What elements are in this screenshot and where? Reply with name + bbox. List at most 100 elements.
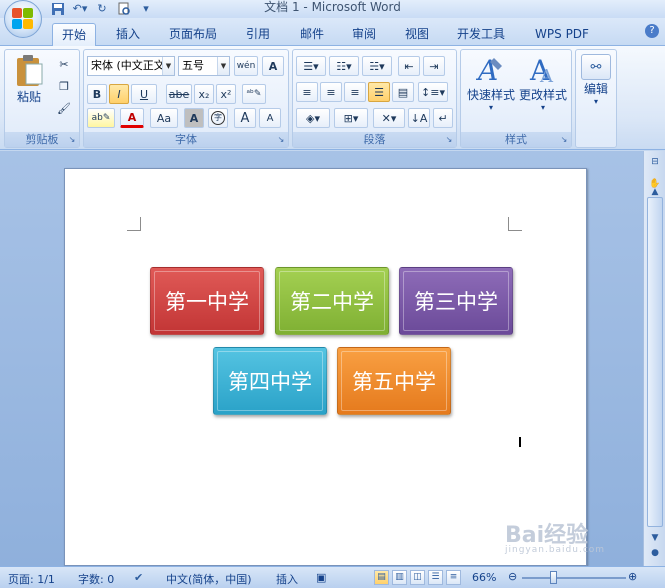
customize-qat-icon[interactable]: ▾ xyxy=(138,1,154,16)
format-painter-icon[interactable]: 🖌 xyxy=(53,98,75,118)
ribbon-tabs: 开始 插入 页面布局 引用 邮件 审阅 视图 开发工具 WPS PDF ? xyxy=(0,18,665,46)
bold-button[interactable]: B xyxy=(87,84,107,104)
smartart-shape-3[interactable]: 第三中学 xyxy=(399,267,513,335)
font-color-button[interactable]: A xyxy=(120,108,144,128)
char-border-button[interactable]: A xyxy=(262,56,284,76)
numbering-button[interactable]: ☷▾ xyxy=(329,56,359,76)
ruler-toggle-icon[interactable]: ⊟ xyxy=(647,155,663,169)
word-count[interactable]: 字数: 0 xyxy=(78,571,114,587)
tab-home[interactable]: 开始 xyxy=(52,23,96,46)
align-right-button[interactable]: ≡ xyxy=(344,82,366,102)
bullets-button[interactable]: ☰▾ xyxy=(296,56,326,76)
decrease-indent-button[interactable]: ⇤ xyxy=(398,56,420,76)
highlight-button[interactable]: ab✎ xyxy=(87,108,115,128)
tab-insert[interactable]: 插入 xyxy=(106,23,150,46)
clear-format-button[interactable]: ᵃᵇ✎ xyxy=(242,84,266,104)
copy-icon[interactable]: ❐ xyxy=(53,76,75,96)
document-page[interactable]: 第一中学 第二中学 第三中学 第四中学 第五中学 xyxy=(64,168,587,566)
chevron-down-icon: ▼ xyxy=(162,57,174,75)
font-name-combo[interactable]: 宋体 (中文正文) ▼ xyxy=(87,56,175,76)
multilevel-list-button[interactable]: ☵▾ xyxy=(362,56,392,76)
increase-indent-button[interactable]: ⇥ xyxy=(423,56,445,76)
scrollbar-thumb[interactable] xyxy=(647,197,663,527)
svg-text:A: A xyxy=(539,66,554,86)
tab-mailings[interactable]: 邮件 xyxy=(290,23,334,46)
font-size-combo[interactable]: 五号 ▼ xyxy=(178,56,230,76)
draft-view-icon[interactable]: ≡ xyxy=(446,570,461,585)
language-indicator[interactable]: 中文(简体，中国) xyxy=(166,571,252,587)
page-count[interactable]: 页面: 1/1 xyxy=(8,571,55,587)
smartart-shape-5[interactable]: 第五中学 xyxy=(337,347,451,415)
quick-styles-button[interactable]: A 快速样式 ▾ xyxy=(465,54,517,112)
select-browse-object-icon[interactable]: ● xyxy=(647,546,663,560)
group-editing: ⚯ 编辑 ▾ xyxy=(575,49,617,148)
grow-font-button[interactable]: A xyxy=(234,108,256,128)
borders-button[interactable]: ⊞▾ xyxy=(334,108,368,128)
clipboard-launcher-icon[interactable]: ↘ xyxy=(67,135,77,145)
proofing-icon[interactable]: ✔ xyxy=(134,571,143,584)
insert-mode[interactable]: 插入 xyxy=(276,571,298,587)
char-shading-button[interactable]: A xyxy=(184,108,204,128)
chinese-layout-button[interactable]: ✕▾ xyxy=(373,108,405,128)
print-layout-view-icon[interactable]: ▤ xyxy=(374,570,389,585)
distributed-button[interactable]: ▤ xyxy=(392,82,414,102)
chevron-down-icon: ▼ xyxy=(217,57,229,75)
tab-view[interactable]: 视图 xyxy=(395,23,439,46)
save-icon[interactable] xyxy=(50,1,66,16)
zoom-out-icon[interactable]: ⊖ xyxy=(508,570,517,583)
print-preview-icon[interactable] xyxy=(116,1,132,16)
justify-button[interactable]: ☰ xyxy=(368,82,390,102)
change-case-button[interactable]: Aa xyxy=(150,108,178,128)
paragraph-launcher-icon[interactable]: ↘ xyxy=(444,135,454,145)
phonetic-guide-button[interactable]: wén xyxy=(234,56,258,76)
superscript-button[interactable]: x² xyxy=(216,84,236,104)
smartart-shape-4[interactable]: 第四中学 xyxy=(213,347,327,415)
zoom-level[interactable]: 66% xyxy=(472,571,496,584)
paste-button[interactable]: 粘贴 xyxy=(11,54,47,105)
line-spacing-button[interactable]: ↕≡▾ xyxy=(418,82,448,102)
subscript-button[interactable]: x₂ xyxy=(194,84,214,104)
zoom-slider-track[interactable] xyxy=(522,577,626,579)
office-button[interactable] xyxy=(4,0,42,38)
help-icon[interactable]: ? xyxy=(645,24,659,38)
zoom-in-icon[interactable]: ⊕ xyxy=(628,570,637,583)
tab-references[interactable]: 引用 xyxy=(236,23,280,46)
show-marks-button[interactable]: ↵ xyxy=(433,108,453,128)
outline-view-icon[interactable]: ☰ xyxy=(428,570,443,585)
align-center-button[interactable]: ≡ xyxy=(320,82,342,102)
styles-launcher-icon[interactable]: ↘ xyxy=(559,135,569,145)
web-layout-icon[interactable]: ◫ xyxy=(410,570,425,585)
full-screen-reading-icon[interactable]: ▥ xyxy=(392,570,407,585)
vertical-scrollbar[interactable]: ⊟ ✋ ▲ ▼ ● xyxy=(643,151,665,566)
shrink-font-button[interactable]: A xyxy=(259,108,281,128)
enclose-char-button[interactable]: 字 xyxy=(208,108,228,128)
paragraph-group-label: 段落 xyxy=(293,132,456,147)
italic-button[interactable]: I xyxy=(109,84,129,104)
quick-styles-label: 快速样式 xyxy=(466,88,515,102)
align-left-button[interactable]: ≡ xyxy=(296,82,318,102)
tab-developer[interactable]: 开发工具 xyxy=(450,23,512,46)
redo-icon[interactable]: ↻ xyxy=(94,1,110,16)
tab-wps-pdf[interactable]: WPS PDF xyxy=(527,23,597,46)
editing-label: 编辑 xyxy=(583,82,608,96)
shading-button[interactable]: ◈▾ xyxy=(296,108,330,128)
cut-icon[interactable]: ✂ xyxy=(53,54,75,74)
tab-page-layout[interactable]: 页面布局 xyxy=(162,23,224,46)
sort-button[interactable]: ↓A xyxy=(408,108,430,128)
macro-record-icon[interactable]: ▣ xyxy=(316,571,326,584)
change-styles-button[interactable]: AA 更改样式 ▾ xyxy=(517,54,569,112)
undo-icon[interactable]: ↶▾ xyxy=(72,1,88,16)
chevron-down-icon: ▾ xyxy=(540,103,545,112)
editing-button[interactable]: ⚯ 编辑 ▾ xyxy=(578,54,614,106)
scroll-down-icon[interactable]: ▼ xyxy=(647,531,663,545)
chevron-down-icon: ▾ xyxy=(488,103,493,112)
underline-button[interactable]: U xyxy=(131,84,157,104)
quick-access-toolbar: ↶▾ ↻ ▾ xyxy=(50,1,154,16)
group-clipboard: 粘贴 ✂ ❐ 🖌 剪贴板 ↘ xyxy=(4,49,80,148)
strikethrough-button[interactable]: abe xyxy=(166,84,192,104)
font-launcher-icon[interactable]: ↘ xyxy=(276,135,286,145)
smartart-shape-2[interactable]: 第二中学 xyxy=(275,267,389,335)
smartart-shape-1[interactable]: 第一中学 xyxy=(150,267,264,335)
tab-review[interactable]: 审阅 xyxy=(342,23,386,46)
zoom-slider-thumb[interactable] xyxy=(550,571,557,584)
